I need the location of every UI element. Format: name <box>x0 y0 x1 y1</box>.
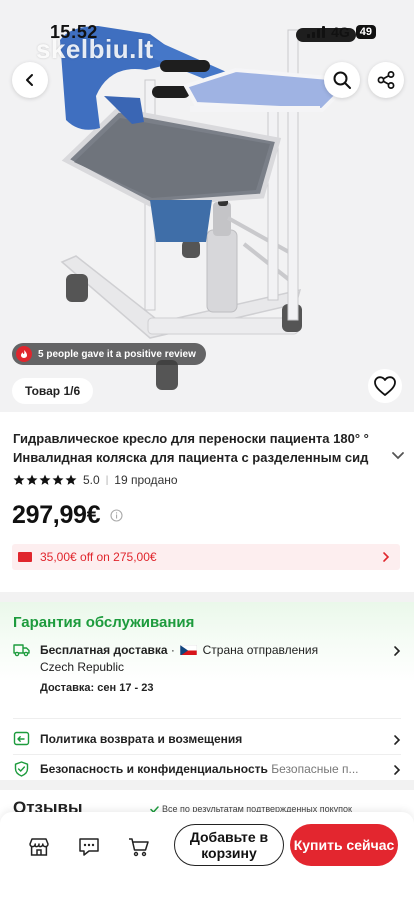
positive-review-badge: 5 people gave it a positive review <box>12 343 206 365</box>
service-guarantee-card: Гарантия обслуживания Бесплатная доставк… <box>0 602 414 790</box>
row-divider <box>13 718 401 719</box>
star-icon <box>26 474 38 485</box>
add-to-cart-button[interactable]: Добавьте в корзину <box>174 824 284 866</box>
back-button[interactable] <box>12 62 48 98</box>
shipping-info: Бесплатная доставка · Страна отправления… <box>40 642 383 697</box>
czech-flag-icon <box>180 644 198 655</box>
status-indicators: 4G 49 <box>307 24 376 40</box>
share-icon <box>377 71 395 89</box>
delivery-dates: Доставка: сен 17 - 23 <box>40 682 154 694</box>
battery-level: 49 <box>355 25 376 39</box>
chevron-right-icon <box>394 735 401 745</box>
section-divider <box>0 780 414 790</box>
price-row: 297,99€ <box>12 501 123 530</box>
chevron-right-icon <box>383 552 390 562</box>
rating-value: 5.0 <box>83 473 100 487</box>
cart-icon <box>129 838 149 857</box>
store-icon <box>29 838 49 856</box>
rating-row[interactable]: 5.0 | 19 продано <box>13 473 178 487</box>
ship-from-label: Страна отправления <box>202 643 319 657</box>
free-shipping-label: Бесплатная доставка <box>40 643 168 657</box>
shield-icon <box>14 761 29 777</box>
star-icon <box>39 474 51 485</box>
image-counter: Товар 1/6 <box>12 378 94 404</box>
ship-from-country: Czech Republic <box>40 660 125 674</box>
product-title-line-2: Инвалидная коляска для пациента с раздел… <box>13 450 369 465</box>
star-icon <box>13 474 25 485</box>
chevron-right-icon <box>394 646 401 656</box>
product-price: 297,99€ <box>12 501 101 529</box>
returns-label: Политика возврата и возмещения <box>40 732 243 746</box>
chevron-down-icon[interactable] <box>391 451 405 461</box>
buy-now-button[interactable]: Купить сейчас <box>290 824 398 866</box>
product-title[interactable]: Гидравлическое кресло для переноски паци… <box>13 429 385 467</box>
security-hint: Безопасные п... <box>271 762 359 776</box>
share-button[interactable] <box>368 62 404 98</box>
coupon-banner[interactable]: 35,00€ off on 275,00€ <box>12 544 400 570</box>
heart-icon <box>374 376 396 396</box>
security-info: Безопасность и конфиденциальность Безопа… <box>40 761 383 778</box>
coupon-icon <box>18 552 32 562</box>
review-badge-text: 5 people gave it a positive review <box>38 348 196 360</box>
cart-button[interactable] <box>124 832 154 862</box>
search-icon <box>333 71 351 89</box>
search-button[interactable] <box>324 62 360 98</box>
store-button[interactable] <box>24 832 54 862</box>
security-row[interactable]: Безопасность и конфиденциальность Безопа… <box>13 761 401 778</box>
fire-icon <box>16 346 32 362</box>
sold-count: 19 продано <box>114 473 178 487</box>
network-type: 4G <box>331 24 350 40</box>
back-icon <box>26 74 33 86</box>
chat-button[interactable] <box>74 832 104 862</box>
section-divider <box>0 592 414 602</box>
product-title-line-1: Гидравлическое кресло для переноски паци… <box>13 431 369 446</box>
star-rating <box>13 474 77 486</box>
signal-icon <box>307 26 326 38</box>
chevron-right-icon <box>394 765 401 775</box>
returns-row[interactable]: Политика возврата и возмещения <box>13 731 401 748</box>
shipping-row[interactable]: Бесплатная доставка · Страна отправления… <box>13 642 401 697</box>
guarantee-title: Гарантия обслуживания <box>13 614 195 631</box>
info-icon[interactable] <box>110 509 123 522</box>
truck-icon <box>13 644 30 657</box>
security-label: Безопасность и конфиденциальность <box>40 762 268 776</box>
star-icon <box>65 474 77 485</box>
chat-icon <box>79 838 99 856</box>
dot-separator: · <box>170 643 179 657</box>
separator: | <box>105 474 109 486</box>
watermark: skelbiu.lt <box>36 34 154 64</box>
favorite-button[interactable] <box>368 369 402 403</box>
product-image-gallery[interactable]: 15:52 4G 49 skelbiu.lt 5 people gave it … <box>0 0 414 412</box>
coupon-text: 35,00€ off on 275,00€ <box>40 550 157 564</box>
return-icon <box>13 731 30 746</box>
star-icon <box>52 474 64 485</box>
row-divider <box>13 754 401 755</box>
bottom-action-bar: Добавьте в корзину Купить сейчас <box>0 812 414 900</box>
